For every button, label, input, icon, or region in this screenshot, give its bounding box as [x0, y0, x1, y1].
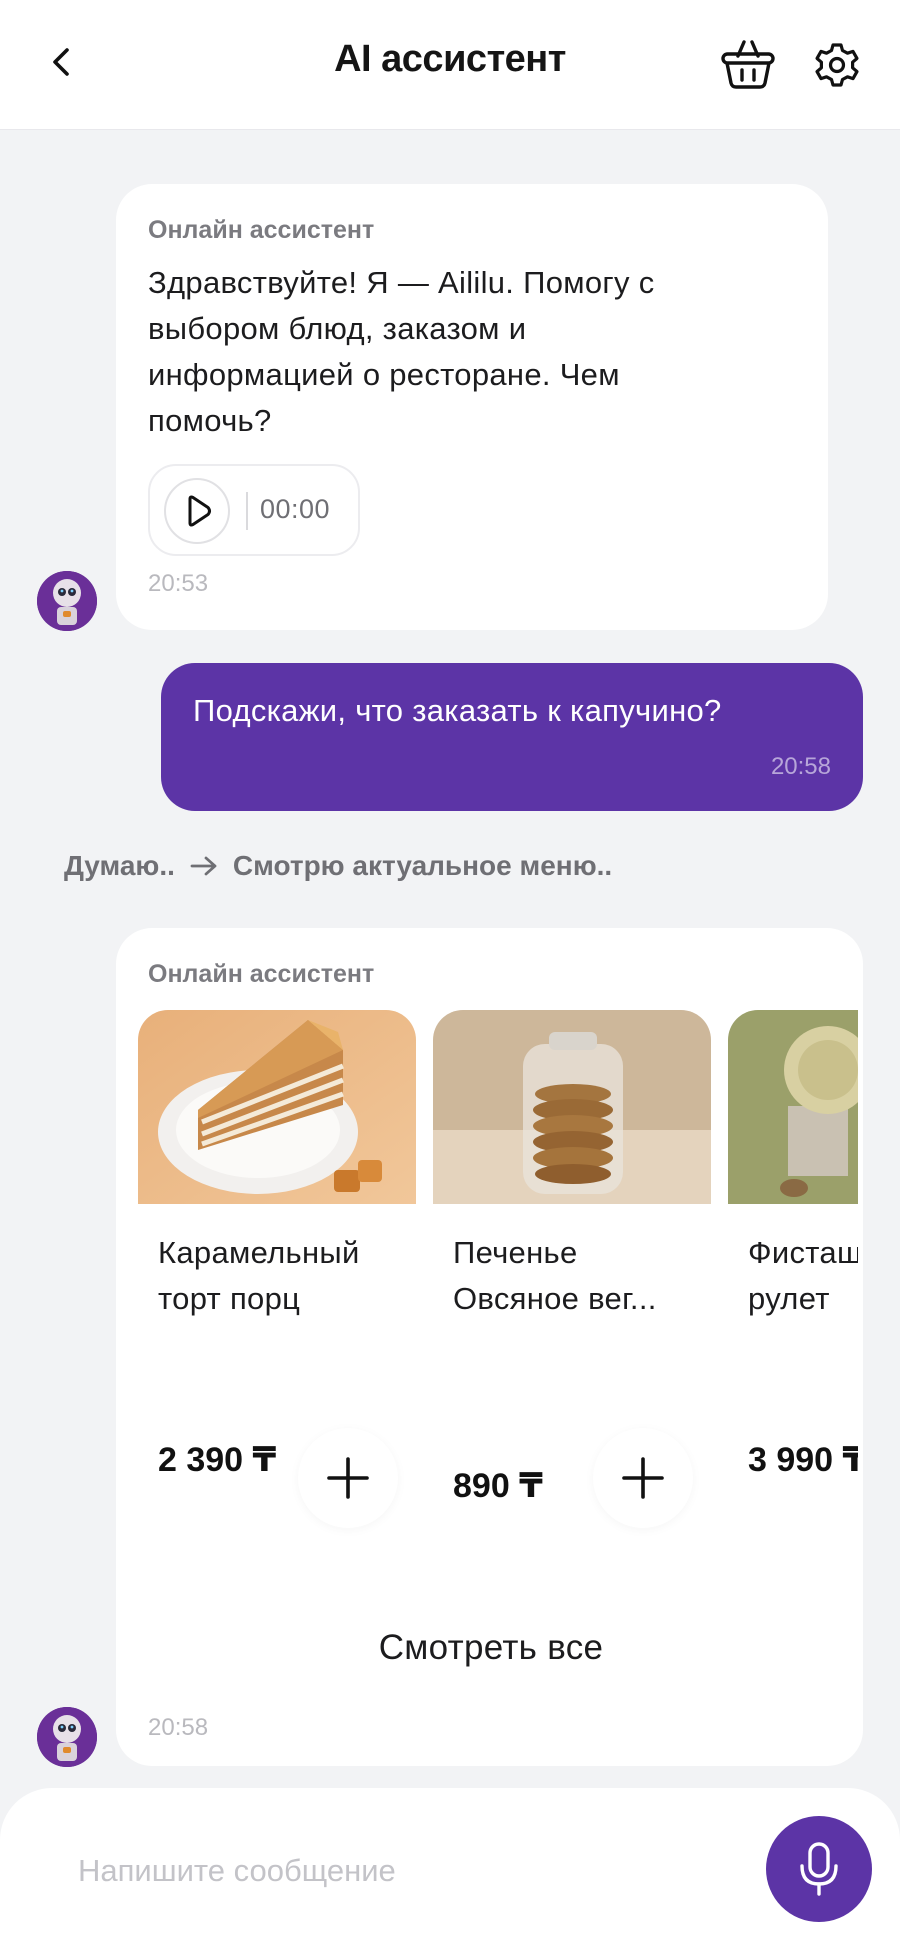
product-price: 890 ₸ [453, 1467, 543, 1505]
assistant-message-products: Онлайн ассистент Карамельный торт порц 2… [116, 928, 863, 1766]
product-name: Фисташковый рулет [748, 1235, 858, 1316]
arrow-right-icon [190, 856, 217, 876]
message-time: 20:58 [770, 753, 831, 780]
assistant-avatar [37, 1707, 97, 1767]
cart-button[interactable] [718, 36, 778, 92]
product-name: Карамельный торт порц [158, 1235, 360, 1316]
sender-label: Онлайн ассистент [148, 960, 375, 988]
message-text: Подскажи, что заказать к капучино? [193, 693, 722, 728]
gear-icon [815, 43, 859, 87]
status-step-menu: Смотрю актуальное меню.. [232, 850, 613, 881]
divider [246, 492, 248, 530]
plus-icon [622, 1457, 664, 1499]
assistant-avatar [37, 571, 97, 631]
basket-icon [721, 40, 775, 89]
product-name: Печенье Овсяное вег... [453, 1235, 657, 1316]
add-to-cart-button[interactable] [593, 1428, 693, 1528]
message-text: Здравствуйте! Я — Aililu. Помогу с выбор… [148, 265, 655, 438]
product-card[interactable]: Карамельный торт порц 2 390 ₸ [138, 1010, 416, 1550]
audio-duration: 00:00 [260, 494, 331, 524]
pistachio-roll-image [728, 1010, 858, 1204]
status-step-thinking: Думаю.. [64, 850, 175, 881]
add-to-cart-button[interactable] [298, 1428, 398, 1528]
play-button[interactable] [164, 478, 230, 544]
product-card[interactable]: Печенье Овсяное вег... 890 ₸ [433, 1010, 711, 1550]
assistant-message-greeting: Онлайн ассистент Здравствуйте! Я — Ailil… [116, 184, 828, 630]
sender-label: Онлайн ассистент [148, 216, 375, 244]
robot-avatar-icon [37, 571, 97, 631]
product-price: 3 990 ₸ [748, 1441, 858, 1479]
oat-cookies-jar-image [433, 1010, 711, 1204]
voice-record-button[interactable] [766, 1816, 872, 1922]
message-input[interactable] [78, 1838, 718, 1904]
settings-button[interactable] [812, 40, 862, 90]
microphone-icon [800, 1842, 838, 1896]
app-header: AI ассистент [0, 0, 900, 130]
message-time: 20:53 [148, 570, 209, 597]
message-time: 20:58 [148, 1714, 209, 1741]
product-carousel[interactable]: Карамельный торт порц 2 390 ₸ Печенье Ов… [138, 1010, 858, 1550]
see-all-button[interactable]: Смотреть все [116, 1628, 866, 1668]
product-card[interactable]: Фисташковый рулет 3 990 ₸ [728, 1010, 858, 1550]
product-price: 2 390 ₸ [158, 1441, 277, 1479]
assistant-status: Думаю.. Смотрю актуальное меню.. [64, 850, 612, 882]
caramel-cake-image [138, 1010, 416, 1204]
voice-message-player: 00:00 [148, 464, 360, 556]
robot-avatar-icon [37, 1707, 97, 1767]
user-message: Подскажи, что заказать к капучино? 20:58 [161, 663, 863, 811]
play-icon [188, 495, 211, 527]
plus-icon [327, 1457, 369, 1499]
message-composer [0, 1788, 900, 1948]
